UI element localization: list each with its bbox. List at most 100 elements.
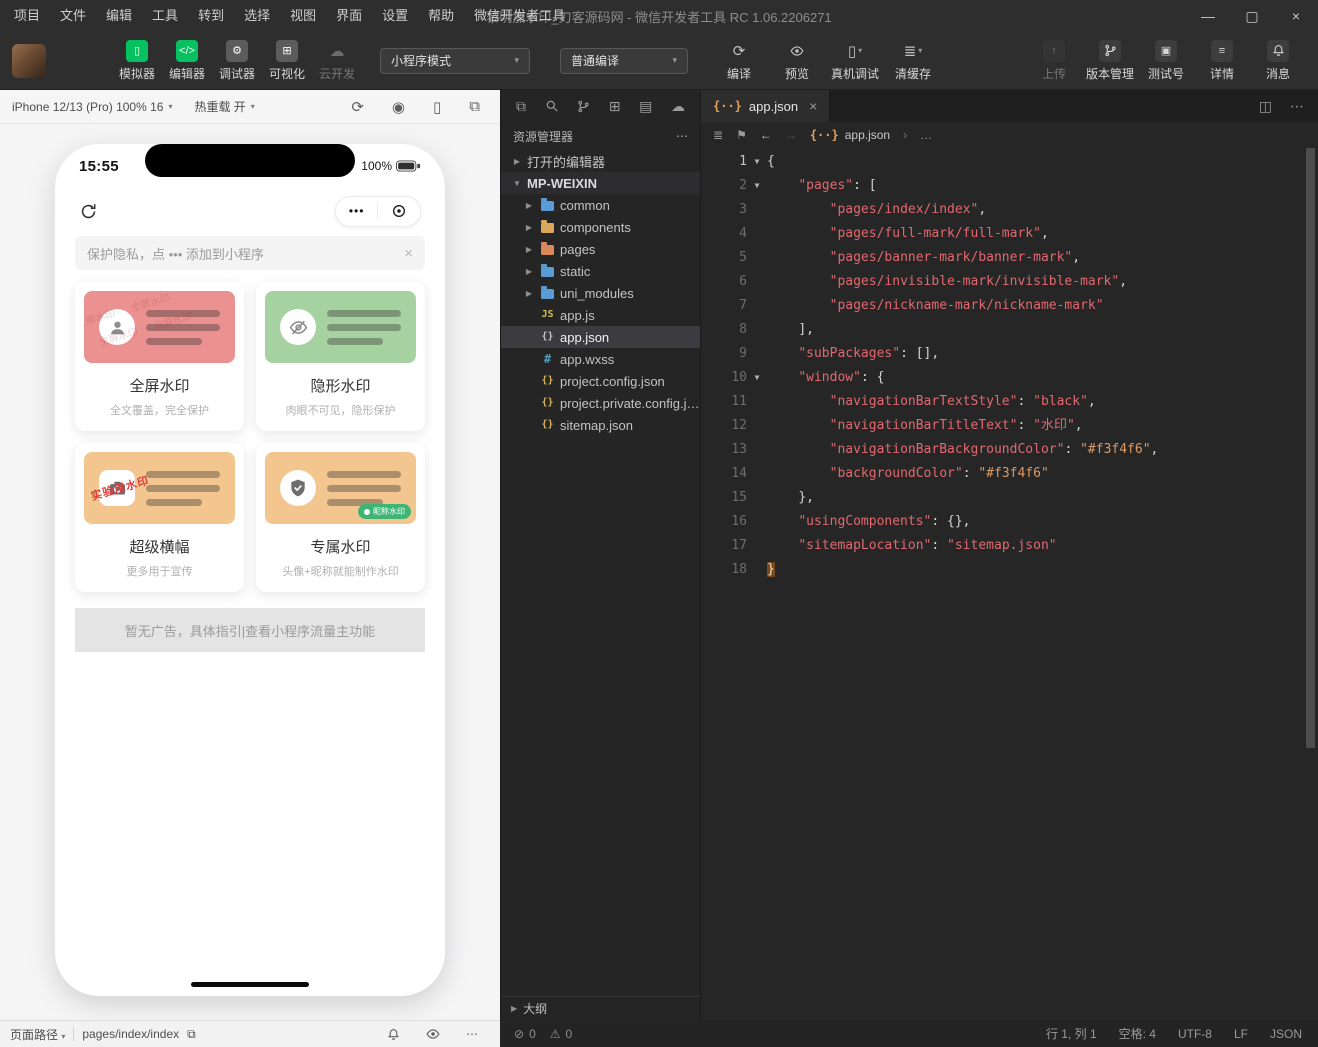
code-line[interactable]: 8 ], [701, 318, 1318, 342]
back-icon[interactable]: ← [760, 128, 772, 142]
more-menu-icon[interactable]: ••• [349, 205, 365, 217]
code-line[interactable]: 12 "navigationBarTitleText": "水印", [701, 414, 1318, 438]
miniprogram-capsule[interactable]: ••• [335, 195, 421, 227]
toolbar-button-preview[interactable]: 预览 [768, 40, 826, 82]
menu-item[interactable]: 界面 [326, 0, 372, 32]
menu-item[interactable]: 视图 [280, 0, 326, 32]
search-icon[interactable] [545, 99, 559, 113]
hot-reload-toggle[interactable]: 热重载 开 ▾ [194, 98, 254, 115]
toolbar-button-version[interactable]: 版本管理 [1082, 39, 1138, 82]
menu-item[interactable]: 文件 [50, 0, 96, 32]
code-line[interactable]: 17 "sitemapLocation": "sitemap.json" [701, 534, 1318, 558]
toolbar-button-upload[interactable]: ↑ 上传 [1026, 39, 1082, 82]
copy-path-icon[interactable]: ⧉ [187, 1027, 196, 1042]
indent-setting[interactable]: 空格: 4 [1119, 1025, 1156, 1042]
warnings-count[interactable]: ⚠ 0 [550, 1027, 572, 1041]
bell-icon[interactable] [387, 1028, 400, 1041]
tree-item[interactable]: ▶ static [501, 260, 700, 282]
fold-icon[interactable]: ▼ [747, 150, 767, 174]
maximize-button[interactable]: ▢ [1230, 0, 1274, 32]
package-icon[interactable]: ▤ [639, 98, 652, 115]
tree-item[interactable]: # app.wxss [501, 348, 700, 370]
eye-icon[interactable] [426, 1027, 440, 1041]
rotate-icon[interactable]: ⟳ [351, 98, 364, 116]
tree-item[interactable]: ▶ uni_modules [501, 282, 700, 304]
list-icon[interactable]: ≣ [713, 128, 723, 142]
close-button[interactable]: × [1274, 0, 1318, 32]
watermark-card[interactable]: 隐形水印 肉眼不可见，隐形保护 [256, 282, 425, 431]
close-target-icon[interactable] [391, 203, 407, 219]
refresh-icon[interactable] [79, 202, 98, 221]
menu-item[interactable]: 帮助 [418, 0, 464, 32]
mode-dropdown[interactable]: 小程序模式 ▾ [380, 47, 530, 74]
split-editor-icon[interactable]: ◫ [1259, 98, 1272, 115]
minimize-button[interactable]: — [1186, 0, 1230, 32]
extensions-icon[interactable]: ⊞ [609, 98, 621, 115]
menu-item[interactable]: 工具 [142, 0, 188, 32]
toolbar-button-clear-cache[interactable]: ≣ ▾ 清缓存 [884, 40, 942, 82]
cloud-icon[interactable]: ☁ [671, 98, 685, 115]
tab-app-json[interactable]: {··} app.json × [701, 90, 831, 122]
code-line[interactable]: 18} [701, 558, 1318, 582]
language-mode[interactable]: JSON [1270, 1027, 1302, 1041]
cursor-position[interactable]: 行 1, 列 1 [1046, 1025, 1097, 1042]
tree-item[interactable]: {} project.config.json [501, 370, 700, 392]
tree-item[interactable]: ▶ common [501, 194, 700, 216]
fold-icon[interactable]: ▼ [747, 174, 767, 198]
code-line[interactable]: 15 }, [701, 486, 1318, 510]
tree-item[interactable]: ▶ pages [501, 238, 700, 260]
close-tab-icon[interactable]: × [809, 99, 817, 113]
record-icon[interactable]: ◉ [392, 98, 405, 116]
toolbar-button-simulator[interactable]: ▯ 模拟器 [112, 39, 162, 82]
code-line[interactable]: 7 "pages/nickname-mark/nickname-mark" [701, 294, 1318, 318]
watermark-card[interactable]: 全屏水印 全屏水印 全屏水印 全屏水印 全屏水印 全文覆盖，完全保护 [75, 282, 244, 431]
bookmark-icon[interactable]: ⚑ [736, 128, 747, 142]
code-line[interactable]: 16 "usingComponents": {}, [701, 510, 1318, 534]
tree-item[interactable]: ▶ components [501, 216, 700, 238]
code-line[interactable]: 14 "backgroundColor": "#f3f4f6" [701, 462, 1318, 486]
menu-item[interactable]: 设置 [372, 0, 418, 32]
breadcrumb-file[interactable]: {··} app.json [810, 128, 890, 142]
breadcrumb-more[interactable]: … [920, 128, 932, 142]
tree-item[interactable]: {} project.private.config.js… [501, 392, 700, 414]
menu-item[interactable]: 转到 [188, 0, 234, 32]
menu-item[interactable]: 选择 [234, 0, 280, 32]
editor-scrollbar[interactable] [1306, 148, 1315, 748]
tree-item[interactable]: {} sitemap.json [501, 414, 700, 436]
toolbar-button-editor[interactable]: </> 编辑器 [162, 39, 212, 82]
tree-item[interactable]: {} app.json [501, 326, 700, 348]
toolbar-button-device-debug[interactable]: ▯ ▾ 真机调试 [826, 40, 884, 82]
watermark-card[interactable]: 实验用水印 超级横幅 更多用于宣传 [75, 443, 244, 592]
code-line[interactable]: 10 ▼ "window": { [701, 366, 1318, 390]
code-line[interactable]: 1 ▼{ [701, 150, 1318, 174]
eol-setting[interactable]: LF [1234, 1027, 1248, 1041]
errors-count[interactable]: ⊘ 0 [514, 1027, 536, 1041]
close-icon[interactable]: × [404, 246, 413, 261]
code-line[interactable]: 13 "navigationBarBackgroundColor": "#f3f… [701, 438, 1318, 462]
fold-icon[interactable]: ▼ [747, 366, 767, 390]
code-line[interactable]: 4 "pages/full-mark/full-mark", [701, 222, 1318, 246]
code-line[interactable]: 3 "pages/index/index", [701, 198, 1318, 222]
tree-section[interactable]: ▶ 打开的编辑器 [501, 150, 700, 172]
forward-icon[interactable]: → [785, 128, 797, 142]
watermark-card[interactable]: 昵称水印 专属水印 头像+昵称就能制作水印 [256, 443, 425, 592]
toolbar-button-details[interactable]: ≡ 详情 [1194, 39, 1250, 82]
more-icon[interactable]: ⋯ [466, 1027, 478, 1041]
menu-item[interactable]: 项目 [4, 0, 50, 32]
code-line[interactable]: 9 "subPackages": [], [701, 342, 1318, 366]
toolbar-button-debugger[interactable]: ⚙ 调试器 [212, 39, 262, 82]
menu-item[interactable]: 编辑 [96, 0, 142, 32]
toolbar-button-test-account[interactable]: ▣ 测试号 [1138, 39, 1194, 82]
more-icon[interactable]: ⋯ [1290, 98, 1304, 115]
code-line[interactable]: 11 "navigationBarTextStyle": "black", [701, 390, 1318, 414]
code-line[interactable]: 5 "pages/banner-mark/banner-mark", [701, 246, 1318, 270]
toolbar-button-message[interactable]: 消息 [1250, 39, 1306, 82]
tree-section[interactable]: ▼ MP-WEIXIN [501, 172, 700, 194]
tree-item[interactable]: JS app.js [501, 304, 700, 326]
compile-mode-dropdown[interactable]: 普通编译 ▾ [560, 47, 688, 74]
source-control-icon[interactable] [577, 100, 590, 113]
device-selector[interactable]: iPhone 12/13 (Pro) 100% 16 ▾ [12, 100, 172, 114]
code-line[interactable]: 2 ▼ "pages": [ [701, 174, 1318, 198]
device-icon[interactable]: ▯ [433, 98, 441, 116]
menu-item[interactable]: 微信开发者工具 [464, 0, 575, 32]
